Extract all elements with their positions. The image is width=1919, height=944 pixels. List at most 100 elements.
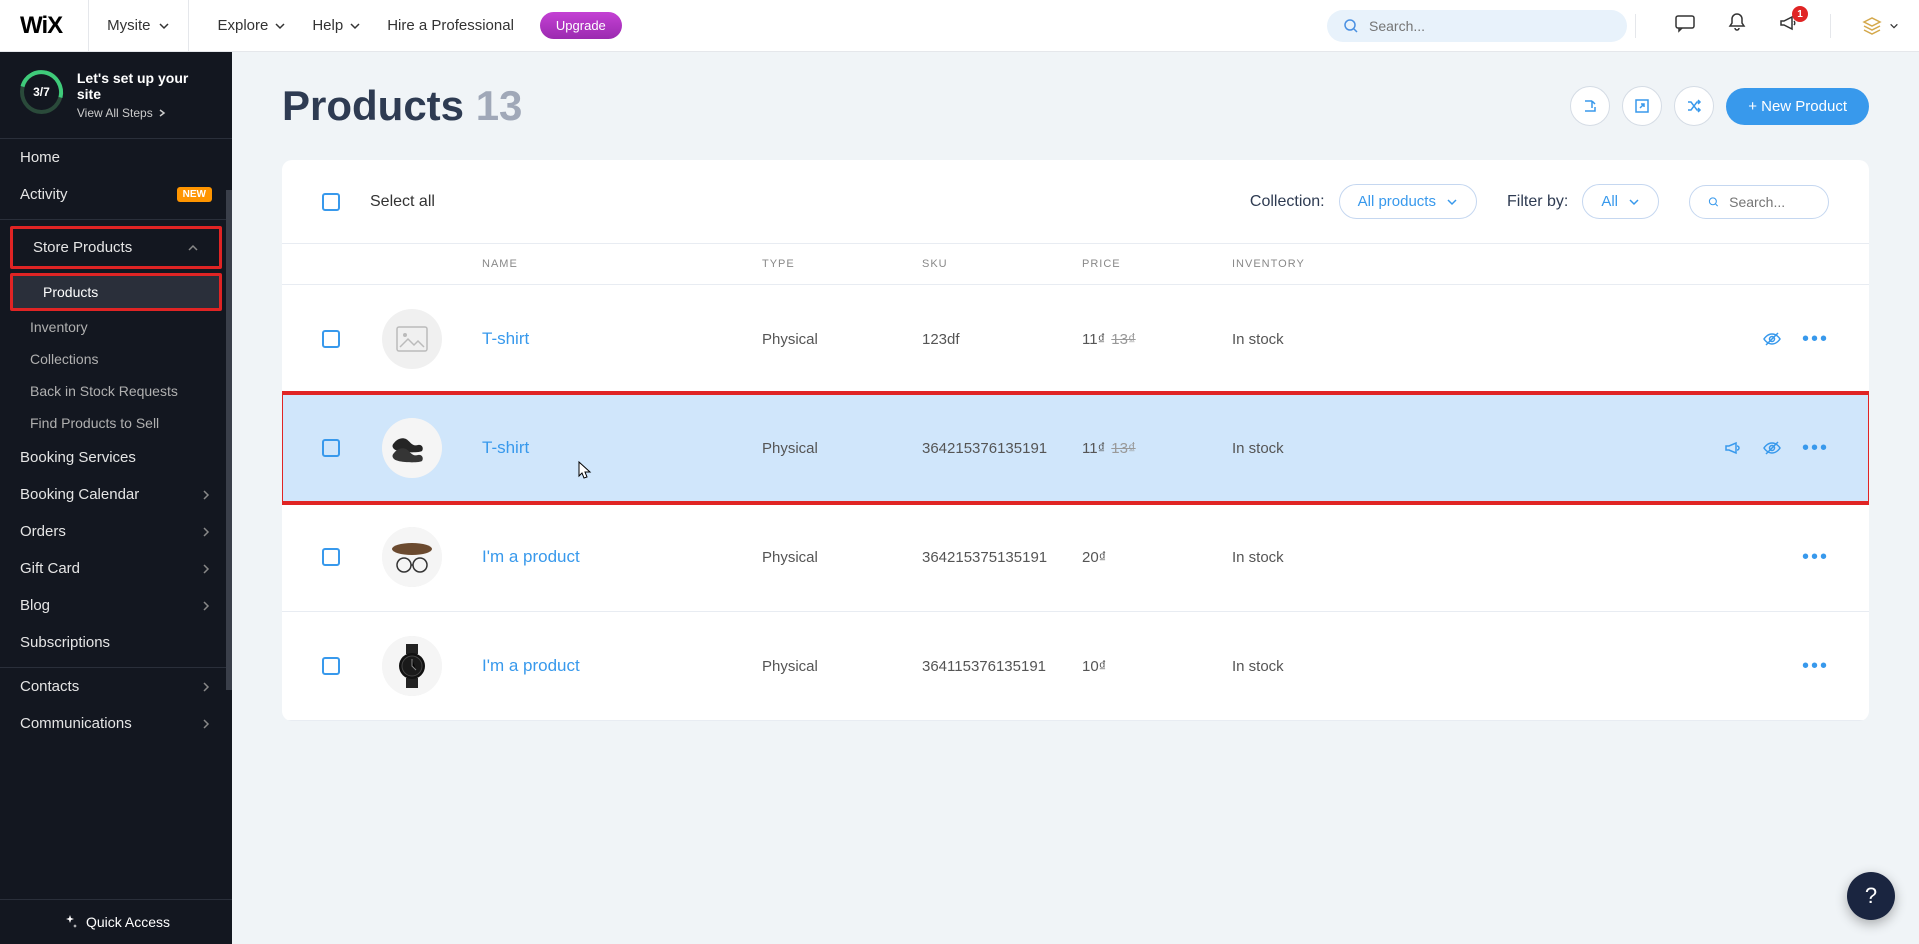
table-row[interactable]: T-shirtPhysical123df11₫13₫In stock••• [282,285,1869,394]
nav-hire[interactable]: Hire a Professional [387,17,514,34]
product-thumb[interactable] [382,418,442,478]
nav-gift-card[interactable]: Gift Card [0,550,232,587]
product-price: 20₫ [1082,549,1232,566]
bell-icon[interactable] [1726,12,1748,39]
search-icon [1343,18,1359,34]
nav-booking-calendar[interactable]: Booking Calendar [0,476,232,513]
collection-dropdown[interactable]: All products [1339,184,1477,219]
product-count: 13 [476,82,523,129]
chevron-right-icon [157,108,167,118]
nav-inventory[interactable]: Inventory [0,311,232,343]
chevron-down-icon [349,20,361,32]
nav-store-products[interactable]: Store Products [10,226,222,269]
nav-orders[interactable]: Orders [0,513,232,550]
site-selector[interactable]: Mysite [88,0,189,52]
chevron-down-icon [158,20,170,32]
select-all-checkbox[interactable] [322,193,340,211]
nav-orders-label: Orders [20,523,66,540]
search-icon [1708,195,1719,209]
product-inventory: In stock [1232,440,1432,457]
panel-search-input[interactable] [1729,194,1810,210]
nav-help[interactable]: Help [312,17,361,34]
nav-contacts[interactable]: Contacts [0,668,232,705]
eye-off-icon[interactable] [1762,438,1782,458]
product-inventory: In stock [1232,549,1432,566]
filter-label: Filter by: [1507,193,1568,211]
row-checkbox[interactable] [322,330,340,348]
main-content: Products 13 + New Product Select all [232,52,1919,944]
nav-products[interactable]: Products [10,273,222,311]
apps-icon[interactable] [1861,15,1899,37]
topbar-icons: 1 [1674,12,1899,39]
nav-booking-calendar-label: Booking Calendar [20,486,139,503]
filter-dropdown[interactable]: All [1582,184,1659,219]
table-row[interactable]: I'm a productPhysical36411537613519110₫I… [282,612,1869,721]
view-steps-link[interactable]: View All Steps [77,106,212,120]
more-actions[interactable]: ••• [1802,546,1829,569]
row-checkbox[interactable] [322,548,340,566]
eye-off-icon[interactable] [1762,329,1782,349]
panel-toolbar: Select all Collection: All products Filt… [282,160,1869,244]
chevron-right-icon [200,526,212,538]
table-row[interactable]: I'm a productPhysical36421537513519120₫I… [282,503,1869,612]
new-product-button[interactable]: + New Product [1726,88,1869,125]
nav-find-products[interactable]: Find Products to Sell [0,407,232,439]
product-name[interactable]: T-shirt [482,438,762,458]
upgrade-button[interactable]: Upgrade [540,12,622,39]
global-search-input[interactable] [1369,18,1611,34]
product-thumb[interactable] [382,527,442,587]
chevron-right-icon [200,489,212,501]
nav-subscriptions[interactable]: Subscriptions [0,624,232,661]
top-nav: Explore Help Hire a Professional Upgrade [217,12,621,39]
more-actions[interactable]: ••• [1802,328,1829,351]
product-price: 11₫13₫ [1082,331,1232,348]
col-sku: SKU [922,258,1082,270]
product-name[interactable]: I'm a product [482,547,762,567]
chevron-down-icon [274,20,286,32]
nav-blog[interactable]: Blog [0,587,232,624]
topbar: WiX Mysite Explore Help Hire a Professio… [0,0,1919,52]
product-inventory: In stock [1232,658,1432,675]
view-steps-label: View All Steps [77,106,153,120]
quick-access[interactable]: Quick Access [0,899,232,944]
nav-home[interactable]: Home [0,139,232,176]
external-button[interactable] [1622,86,1662,126]
nav-help-label: Help [312,17,343,34]
help-button[interactable]: ? [1847,872,1895,920]
product-name[interactable]: T-shirt [482,329,762,349]
nav-contacts-label: Contacts [20,678,79,695]
chat-icon[interactable] [1674,12,1696,39]
product-price: 10₫ [1082,658,1232,675]
global-search[interactable] [1327,10,1627,42]
more-actions[interactable]: ••• [1802,655,1829,678]
megaphone-icon[interactable]: 1 [1778,12,1800,39]
table-row[interactable]: T-shirtPhysical36421537613519111₫13₫In s… [282,394,1869,503]
header-actions: + New Product [1570,86,1869,126]
chevron-right-icon [200,600,212,612]
nav-communications[interactable]: Communications [0,705,232,742]
product-price: 11₫13₫ [1082,440,1232,457]
product-thumb[interactable] [382,309,442,369]
nav-back-in-stock[interactable]: Back in Stock Requests [0,375,232,407]
nav-explore[interactable]: Explore [217,17,286,34]
wix-logo[interactable]: WiX [20,12,62,40]
product-sku: 123df [922,331,1082,348]
product-sku: 364115376135191 [922,658,1082,675]
row-checkbox[interactable] [322,439,340,457]
row-checkbox[interactable] [322,657,340,675]
collection-value: All products [1358,193,1436,210]
nav-booking-services[interactable]: Booking Services [0,439,232,476]
shuffle-button[interactable] [1674,86,1714,126]
panel-search[interactable] [1689,185,1829,219]
product-type: Physical [762,440,922,457]
nav-collections[interactable]: Collections [0,343,232,375]
more-actions[interactable]: ••• [1802,437,1829,460]
export-button[interactable] [1570,86,1610,126]
product-thumb[interactable] [382,636,442,696]
collection-label: Collection: [1250,193,1325,211]
product-name[interactable]: I'm a product [482,656,762,676]
megaphone-icon[interactable] [1724,439,1742,457]
nav-activity[interactable]: Activity NEW [0,176,232,213]
col-price: PRICE [1082,258,1232,270]
product-type: Physical [762,549,922,566]
